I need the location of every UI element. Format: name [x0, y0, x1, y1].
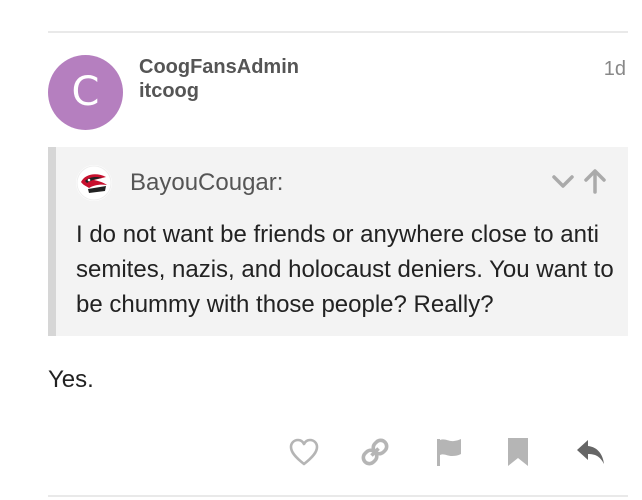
bookmark-button[interactable]	[498, 432, 538, 472]
link-icon	[361, 438, 389, 466]
previous-post-actions-cutoff	[360, 0, 540, 4]
reply-button[interactable]	[571, 432, 611, 472]
bookmark-icon	[508, 438, 528, 466]
quote-block: BayouCougar: I do not want be friends or…	[48, 147, 628, 336]
reply-icon	[577, 440, 604, 464]
arrow-up-icon[interactable]	[582, 167, 608, 195]
quote-controls	[550, 167, 610, 195]
heart-icon	[289, 438, 319, 466]
post-body: Yes.	[48, 366, 94, 393]
post-page: C CoogFansAdmin itcoog 1d BayouCougar: I…	[0, 0, 642, 500]
share-link-button[interactable]	[355, 432, 395, 472]
avatar[interactable]: C	[48, 55, 123, 130]
post-divider-bottom	[48, 495, 628, 497]
like-button[interactable]	[284, 432, 324, 472]
flag-icon	[437, 439, 461, 466]
flag-button[interactable]	[428, 432, 468, 472]
post-user-title: itcoog	[139, 80, 199, 102]
post-divider-top	[48, 31, 628, 33]
post-username[interactable]: CoogFansAdmin	[139, 56, 299, 79]
post-actions	[280, 432, 630, 472]
chevron-down-icon[interactable]	[550, 167, 576, 195]
avatar-letter: C	[71, 69, 100, 115]
post-date[interactable]: 1d	[604, 58, 626, 81]
cougar-logo-icon	[76, 165, 112, 201]
quote-text: I do not want be friends or anywhere clo…	[76, 221, 614, 318]
quote-author[interactable]: BayouCougar:	[130, 169, 283, 197]
